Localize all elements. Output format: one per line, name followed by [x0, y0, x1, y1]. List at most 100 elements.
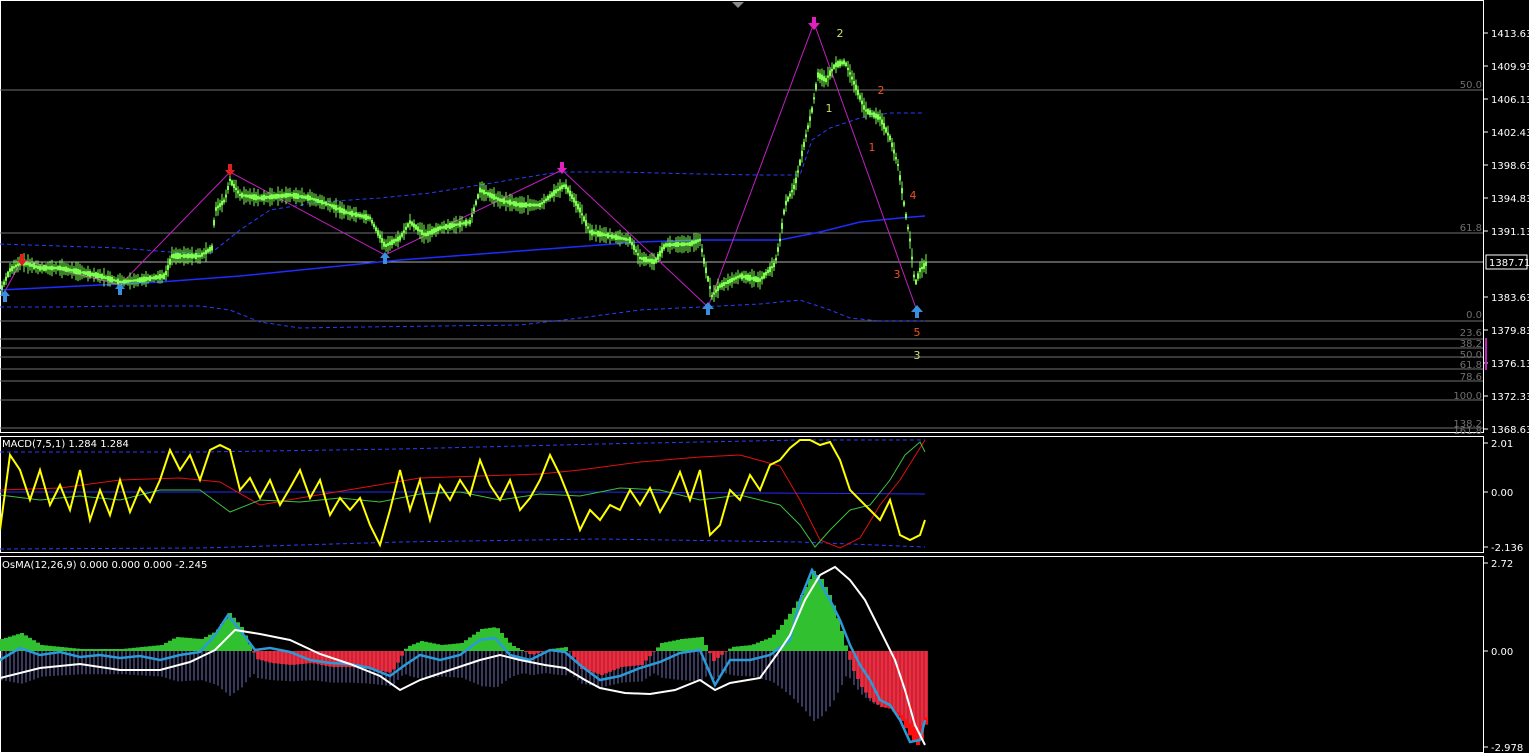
osma-bar	[836, 618, 840, 651]
osma-bar	[408, 645, 412, 651]
candle-body	[807, 125, 809, 129]
candle-body	[441, 226, 443, 229]
osma-bar	[100, 649, 104, 651]
candle-body	[819, 73, 821, 80]
candle-body	[123, 279, 125, 284]
candle-body	[367, 215, 369, 220]
candle-body	[433, 228, 435, 234]
candle-body	[457, 223, 459, 226]
candle-body	[37, 265, 39, 269]
candle-body	[345, 210, 347, 214]
candle-body	[841, 61, 843, 65]
candle-body	[767, 269, 769, 274]
candle-body	[119, 280, 121, 284]
candle-body	[601, 232, 603, 237]
osma-bar	[72, 648, 76, 651]
candle-body	[863, 105, 865, 110]
candle-body	[787, 196, 789, 202]
candle-body	[339, 206, 341, 213]
candle-body	[7, 271, 9, 278]
candle-body	[59, 265, 61, 271]
osma-bar	[784, 619, 788, 651]
candle-body	[461, 222, 463, 225]
osma-bar	[12, 635, 16, 651]
candle-body	[591, 229, 593, 236]
candle-body	[313, 198, 315, 201]
candle-body	[381, 238, 383, 243]
candle-body	[663, 244, 665, 250]
candle-body	[153, 276, 155, 280]
candle-body	[405, 226, 407, 230]
osma-bar	[84, 649, 88, 651]
candle-body	[263, 194, 265, 201]
candle-body	[283, 193, 285, 198]
osma-bar	[772, 634, 776, 651]
candle-body	[665, 243, 667, 247]
osma-bar	[60, 647, 64, 651]
trading-chart[interactable]: 50.0 61.8 0.0 23.6 38.2 50.0 61.8 78.6 1…	[0, 0, 1529, 753]
candle-body	[459, 221, 461, 227]
candle-body	[547, 195, 549, 201]
osma-bar	[140, 647, 144, 651]
candle-body	[455, 223, 457, 226]
candle-body	[281, 193, 283, 198]
candle-body	[421, 229, 423, 235]
candle-body	[159, 274, 161, 280]
candle-body	[923, 263, 925, 269]
osma-bar	[44, 645, 48, 651]
candle-body	[107, 276, 109, 281]
candle-body	[309, 195, 311, 201]
candle-body	[827, 75, 829, 78]
candle-body	[387, 242, 389, 246]
candle-body	[403, 230, 405, 233]
candle-body	[335, 205, 337, 211]
candle-body	[527, 203, 529, 207]
price-label: 1402.43	[1491, 128, 1529, 139]
candle-body	[353, 212, 355, 216]
candle-body	[431, 229, 433, 235]
candle-body	[379, 234, 381, 239]
candle-body	[625, 237, 627, 241]
osma-bar	[32, 640, 36, 651]
candle-body	[709, 286, 711, 289]
osma-bar	[124, 648, 128, 651]
osma-bar	[660, 643, 664, 651]
candle-body	[41, 266, 43, 270]
osma-bar	[428, 642, 432, 651]
candle-body	[223, 199, 225, 203]
candle-body	[905, 213, 907, 219]
candle-body	[129, 279, 131, 283]
candle-body	[843, 60, 845, 65]
osma-bar	[96, 649, 100, 651]
candle-body	[643, 256, 645, 262]
osma-bar	[52, 646, 56, 651]
candle-body	[241, 192, 243, 198]
candle-body	[815, 83, 817, 90]
candle-body	[55, 266, 57, 270]
candle-body	[475, 200, 477, 205]
candle-body	[395, 238, 397, 242]
candle-body	[573, 197, 575, 203]
candle-body	[575, 200, 577, 206]
candle-body	[519, 202, 521, 208]
osma-bar	[176, 637, 180, 651]
candle-body	[383, 241, 385, 247]
candle-body	[579, 207, 581, 213]
macd-axis-label: 0.00	[1491, 488, 1513, 499]
candle-body	[561, 185, 563, 189]
candle-body	[179, 253, 181, 259]
candle-body	[509, 199, 511, 206]
candle-body	[329, 203, 331, 207]
candle-body	[681, 242, 683, 247]
candle-body	[813, 97, 815, 100]
candle-body	[763, 273, 765, 279]
wave-label: 3	[894, 268, 901, 281]
candle-body	[673, 243, 675, 247]
candle-body	[447, 224, 449, 228]
candle-body	[67, 267, 69, 272]
candle-body	[79, 269, 81, 275]
candle-body	[501, 199, 503, 202]
candle-body	[857, 89, 859, 96]
candle-body	[217, 205, 219, 209]
candle-body	[481, 189, 483, 193]
